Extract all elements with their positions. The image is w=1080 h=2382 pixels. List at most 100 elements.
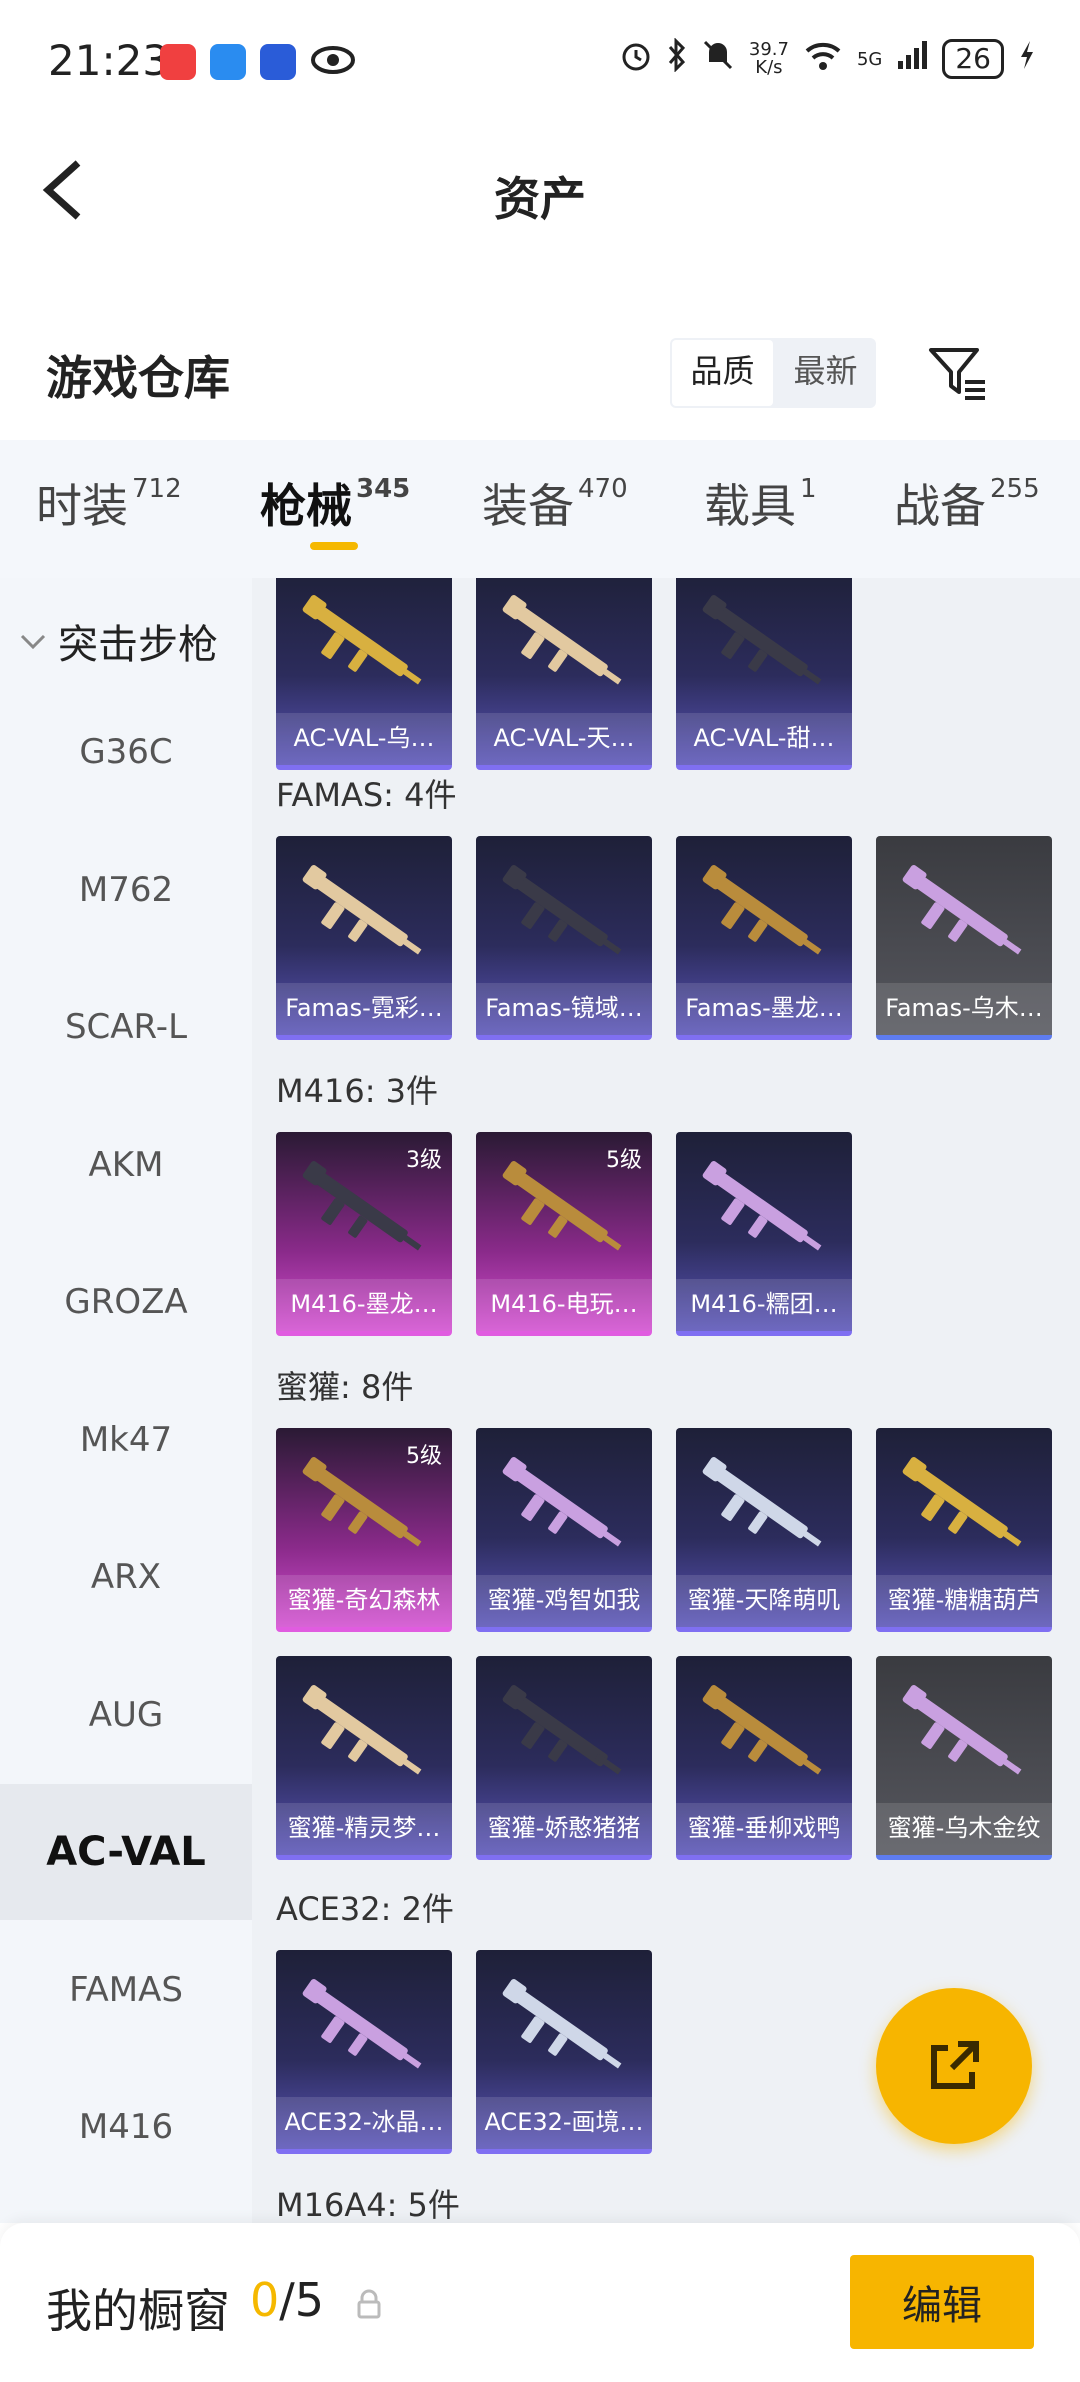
tab-vehicles[interactable]: 载具 1 bbox=[704, 470, 817, 536]
weapon-name: Famas-镜域… bbox=[476, 983, 652, 1035]
page-title: 资产 bbox=[494, 172, 586, 226]
showcase-label: 我的橱窗 bbox=[46, 2284, 230, 2338]
weapon-card[interactable]: 5级 M416-电玩… bbox=[476, 1132, 652, 1336]
filter-icon[interactable] bbox=[925, 340, 991, 406]
weapon-card[interactable]: 蜜獾-精灵梦… bbox=[276, 1656, 452, 1860]
sidebar-item-m416[interactable]: M416 bbox=[0, 2059, 252, 2195]
alarm-icon bbox=[619, 38, 653, 80]
weapon-level-badge: 5级 bbox=[406, 1444, 442, 1469]
weapon-sidebar: 突击步枪 G36C M762 SCAR-L AKM GROZA Mk47 ARX AUG AC-… bbox=[0, 578, 252, 2223]
weapon-name: ACE32-冰晶… bbox=[276, 2097, 452, 2149]
tab-firearms[interactable]: 枪械 345 bbox=[260, 470, 410, 536]
weapon-card[interactable]: 3级 M416-墨龙… bbox=[276, 1132, 452, 1336]
weapon-image-icon bbox=[302, 865, 422, 955]
weapon-card[interactable]: 蜜獾-娇憨猪猪 bbox=[476, 1656, 652, 1860]
sidebar-item-arx[interactable]: ARX bbox=[0, 1509, 252, 1645]
status-time: 21:23 bbox=[48, 36, 170, 85]
bluetooth-icon bbox=[667, 37, 687, 80]
weapon-name: 蜜獾-糖糖葫芦 bbox=[876, 1575, 1052, 1627]
network-type: 5G bbox=[856, 48, 883, 70]
share-external-icon bbox=[931, 2041, 979, 2089]
weapon-name: 蜜獾-鸡智如我 bbox=[476, 1575, 652, 1627]
share-fab-button[interactable] bbox=[876, 1988, 1032, 2144]
weapon-name: AC-VAL-天… bbox=[476, 713, 652, 765]
weapon-name: AC-VAL-甜… bbox=[676, 713, 852, 765]
sidebar-item-mk47[interactable]: Mk47 bbox=[0, 1372, 252, 1508]
sidebar-item-akm[interactable]: AKM bbox=[0, 1097, 252, 1233]
warehouse-header: 游戏仓库 品质 最新 bbox=[0, 320, 1080, 430]
edit-button[interactable]: 编辑 bbox=[850, 2255, 1034, 2349]
sidebar-item-scar-l[interactable]: SCAR-L bbox=[0, 959, 252, 1095]
weapon-card[interactable]: 蜜獾-糖糖葫芦 bbox=[876, 1428, 1052, 1632]
weapon-name: Famas-乌木… bbox=[876, 983, 1052, 1035]
weapon-name: 蜜獾-天降萌叽 bbox=[676, 1575, 852, 1627]
weapon-card[interactable]: 蜜獾-天降萌叽 bbox=[676, 1428, 852, 1632]
weapon-card[interactable]: 蜜獾-鸡智如我 bbox=[476, 1428, 652, 1632]
weapon-image-icon bbox=[702, 595, 822, 685]
sidebar-item-g36c[interactable]: G36C bbox=[0, 684, 252, 820]
weapon-card[interactable]: Famas-乌木… bbox=[876, 836, 1052, 1040]
tab-fashion[interactable]: 时装 712 bbox=[36, 470, 182, 536]
weapon-card[interactable]: ACE32-画境… bbox=[476, 1950, 652, 2154]
group-label: M416: 3件 bbox=[276, 1072, 439, 1110]
sidebar-item-m762[interactable]: M762 bbox=[0, 822, 252, 958]
sidebar-group-assault-rifle[interactable]: 突击步枪 bbox=[0, 608, 252, 678]
weapon-card[interactable]: ACE32-冰晶… bbox=[276, 1950, 452, 2154]
category-tabs: 时装 712 枪械 345 装备 470 载具 1 战备 255 bbox=[0, 440, 1080, 578]
group-label: M16A4: 5件 bbox=[276, 2186, 460, 2223]
weapon-level-badge: 3级 bbox=[406, 1148, 442, 1173]
weapon-image-icon bbox=[902, 1685, 1022, 1775]
showcase-bar: 我的橱窗 0/5 编辑 bbox=[0, 2223, 1080, 2382]
battery-indicator: 26 bbox=[942, 39, 1004, 79]
sort-quality-option[interactable]: 品质 bbox=[672, 340, 773, 406]
lock-icon bbox=[356, 2289, 382, 2319]
mute-icon bbox=[701, 38, 735, 80]
weapon-grid: AC-VAL-乌… AC-VAL-天… AC-VAL-甜… FAMAS: 4件 Fama… bbox=[252, 578, 1080, 2223]
weapon-name: 蜜獾-奇幻森林 bbox=[276, 1575, 452, 1627]
weapon-card[interactable]: AC-VAL-乌… bbox=[276, 578, 452, 770]
sidebar-item-famas[interactable]: FAMAS bbox=[0, 1922, 252, 2058]
weapon-card[interactable]: 蜜獾-垂柳戏鸭 bbox=[676, 1656, 852, 1860]
weapon-name: Famas-墨龙… bbox=[676, 983, 852, 1035]
sort-newest-option[interactable]: 最新 bbox=[775, 338, 876, 408]
tab-equipment[interactable]: 装备 470 bbox=[482, 470, 628, 536]
weapon-card[interactable]: 蜜獾-乌木金纹 bbox=[876, 1656, 1052, 1860]
notification-icons bbox=[160, 44, 356, 80]
weapon-card[interactable]: 5级蜜獾-奇幻森林 bbox=[276, 1428, 452, 1632]
cloud-app-icon bbox=[210, 44, 246, 80]
weapon-image-icon bbox=[302, 1979, 422, 2069]
weapon-image-icon bbox=[302, 595, 422, 685]
weapon-card[interactable]: Famas-霓彩… bbox=[276, 836, 452, 1040]
weapon-name: 蜜獾-精灵梦… bbox=[276, 1803, 452, 1855]
sidebar-item-ac-val[interactable]: AC-VAL bbox=[0, 1784, 252, 1920]
weapon-name: 蜜獾-乌木金纹 bbox=[876, 1803, 1052, 1855]
sidebar-item-groza[interactable]: GROZA bbox=[0, 1234, 252, 1370]
weapon-card[interactable]: AC-VAL-天… bbox=[476, 578, 652, 770]
weapon-image-icon bbox=[502, 595, 622, 685]
weapon-name: AC-VAL-乌… bbox=[276, 713, 452, 765]
charging-icon bbox=[1018, 39, 1036, 79]
tab-supplies[interactable]: 战备 255 bbox=[894, 470, 1040, 536]
chevron-down-icon bbox=[18, 626, 48, 656]
sort-toggle: 品质 最新 bbox=[670, 338, 876, 408]
weapon-card[interactable]: M416-糯团… bbox=[676, 1132, 852, 1336]
weapon-image-icon bbox=[502, 1979, 622, 2069]
group-label: FAMAS: 4件 bbox=[276, 776, 457, 814]
signal-icon bbox=[896, 39, 928, 79]
weapon-image-icon bbox=[902, 865, 1022, 955]
eye-icon bbox=[310, 45, 356, 79]
weapon-name: M416-糯团… bbox=[676, 1279, 852, 1331]
weapon-card[interactable]: AC-VAL-甜… bbox=[676, 578, 852, 770]
showcase-count: 0/5 bbox=[250, 2273, 325, 2327]
weapon-name: ACE32-画境… bbox=[476, 2097, 652, 2149]
net-speed: 39.7 K/s bbox=[748, 39, 789, 78]
weapon-image-icon bbox=[502, 865, 622, 955]
weapon-image-icon bbox=[502, 1685, 622, 1775]
status-bar: 21:23 39.7 K/s 5G 26 bbox=[0, 0, 1080, 125]
weapon-card[interactable]: Famas-墨龙… bbox=[676, 836, 852, 1040]
wifi-icon bbox=[803, 39, 843, 79]
weapon-card[interactable]: Famas-镜域… bbox=[476, 836, 652, 1040]
sidebar-item-aug[interactable]: AUG bbox=[0, 1647, 252, 1783]
weapon-image-icon bbox=[302, 1685, 422, 1775]
group-label: ACE32: 2件 bbox=[276, 1890, 454, 1928]
